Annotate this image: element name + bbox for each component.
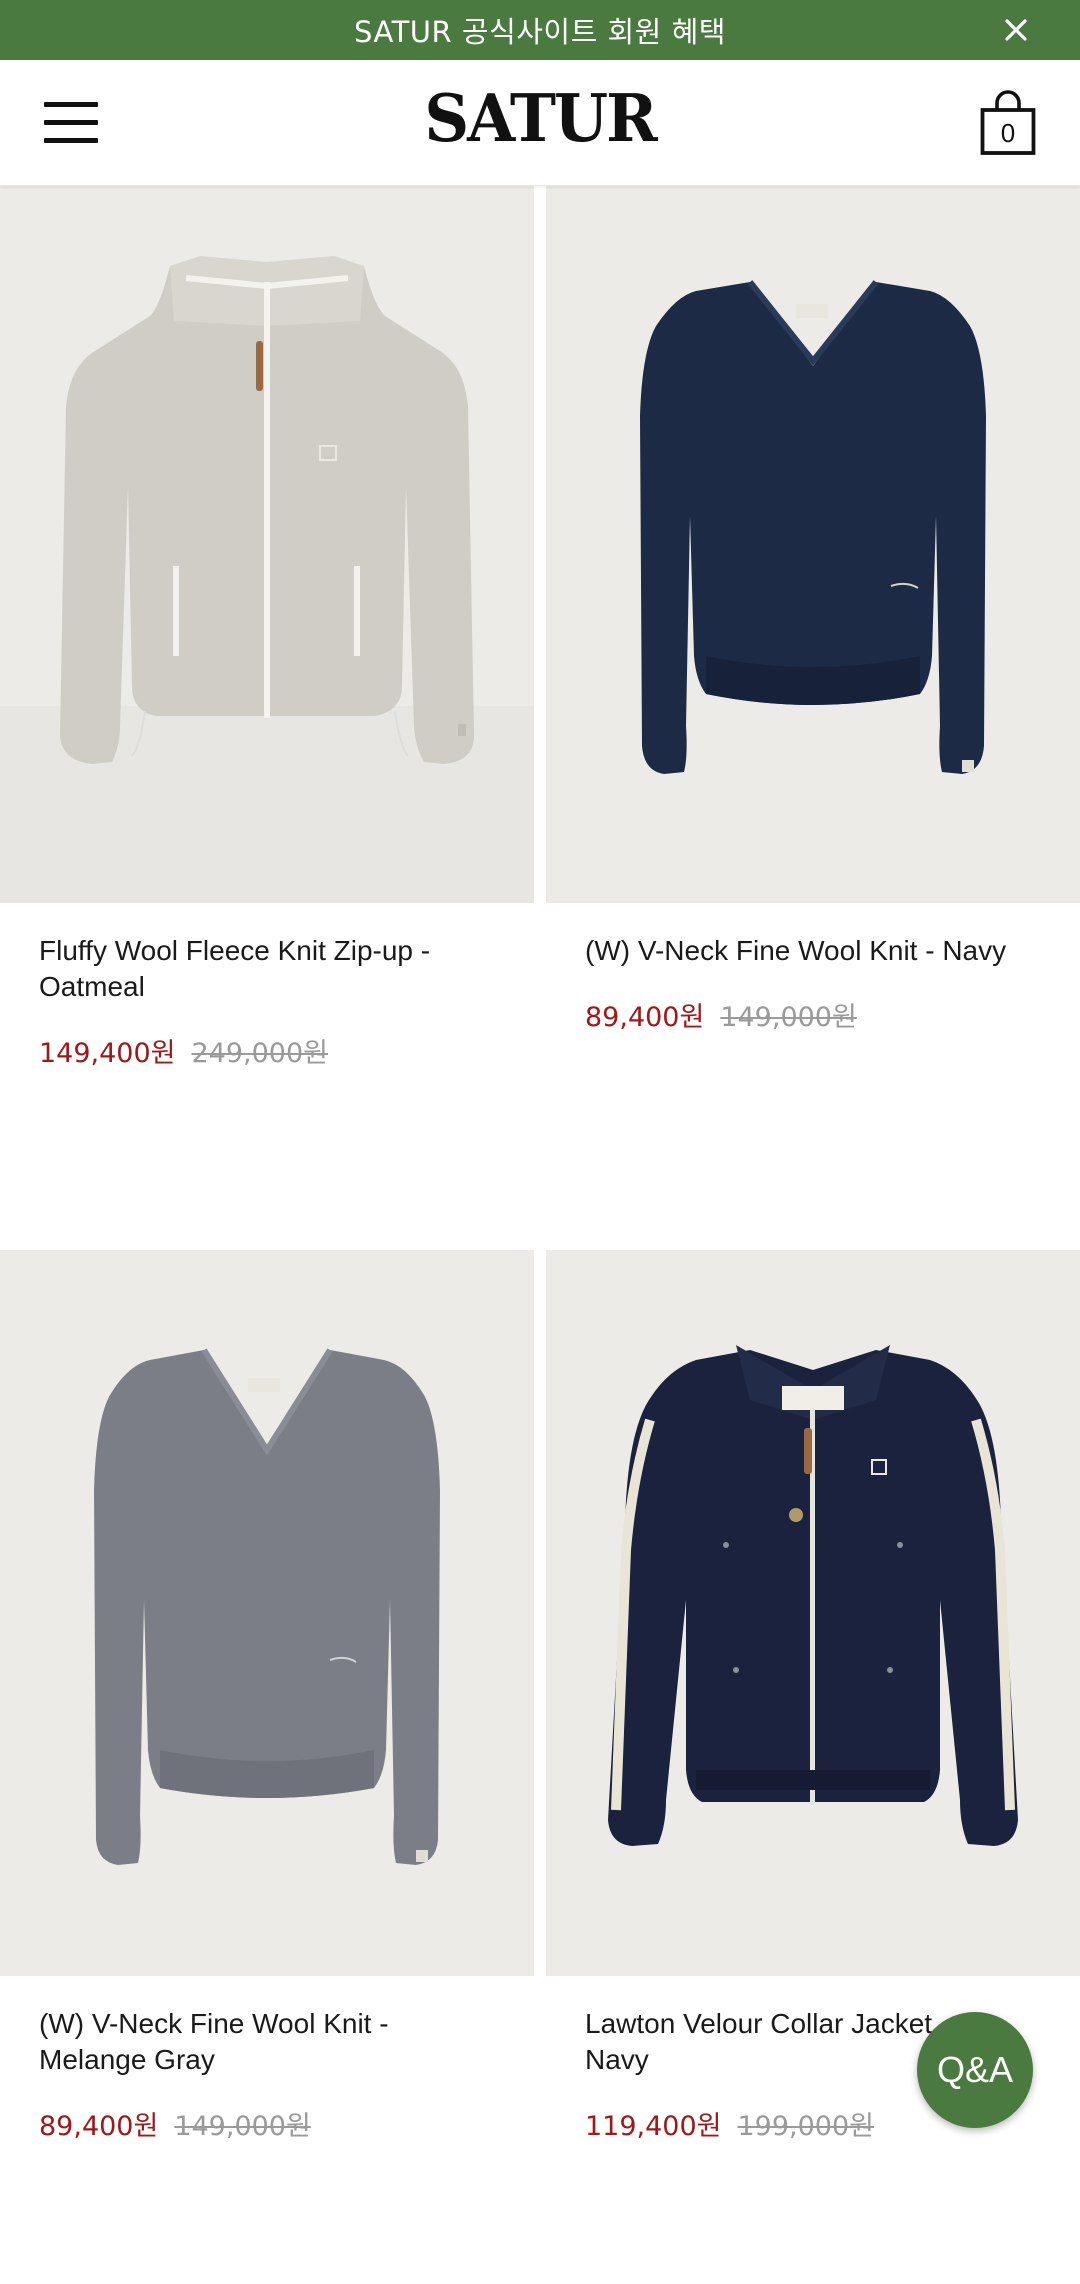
qa-floating-button[interactable]: Q&A <box>917 2012 1033 2128</box>
sale-price: 89,400원 <box>39 2111 159 2142</box>
promo-banner[interactable]: SATUR 공식사이트 회원 혜택 <box>0 0 1080 60</box>
site-header: SATUR 0 <box>0 60 1080 186</box>
original-price: 149,000원 <box>720 1002 857 1033</box>
close-icon[interactable] <box>1000 14 1032 46</box>
brand-logo[interactable]: SATUR <box>0 80 1080 157</box>
sale-price: 149,400원 <box>39 1038 176 1069</box>
original-price: 199,000원 <box>737 2111 875 2142</box>
original-price: 149,000원 <box>174 2111 311 2142</box>
product-name[interactable]: (W) V-Neck Fine Wool Knit - Navy <box>585 933 1042 969</box>
product-card[interactable]: Lawton Velour Collar Jacket - Navy 119,4… <box>546 1250 1080 2143</box>
price-row: 149,400원 249,000원 <box>39 1031 496 1070</box>
product-image[interactable] <box>546 1250 1080 1976</box>
cart-button[interactable]: 0 <box>980 90 1036 156</box>
product-card[interactable]: (W) V-Neck Fine Wool Knit - Navy 89,400원… <box>546 186 1080 1034</box>
sale-price: 89,400원 <box>585 1002 705 1033</box>
product-image[interactable] <box>0 1250 534 1976</box>
product-name[interactable]: Fluffy Wool Fleece Knit Zip-up - Oatmeal <box>39 933 496 1005</box>
sale-price: 119,400원 <box>585 2111 722 2142</box>
product-card[interactable]: (W) V-Neck Fine Wool Knit - Melange Gray… <box>0 1250 534 2143</box>
product-card[interactable]: Fluffy Wool Fleece Knit Zip-up - Oatmeal… <box>0 186 534 1070</box>
product-image[interactable] <box>546 186 1080 903</box>
promo-text: SATUR 공식사이트 회원 혜택 <box>354 15 726 49</box>
product-image[interactable] <box>0 186 534 903</box>
price-row: 89,400원 149,000원 <box>585 995 1042 1034</box>
price-row: 89,400원 149,000원 <box>39 2104 496 2143</box>
original-price: 249,000원 <box>191 1038 329 1069</box>
cart-count-badge: 0 <box>1000 118 1016 148</box>
product-name[interactable]: (W) V-Neck Fine Wool Knit - Melange Gray <box>39 2006 496 2078</box>
